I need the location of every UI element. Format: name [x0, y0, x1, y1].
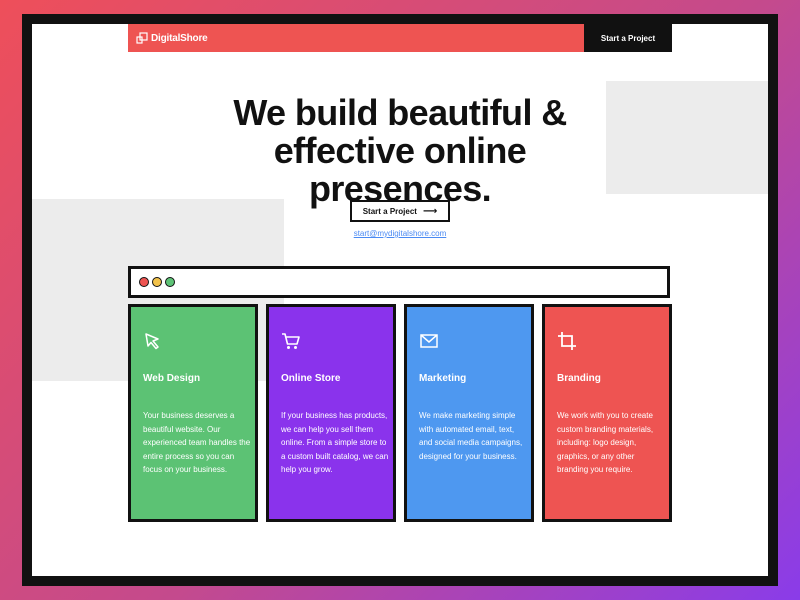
nav-bar: DigitalShore [128, 24, 584, 52]
service-card-marketing[interactable]: Marketing We make marketing simple with … [404, 304, 534, 522]
card-text: We make marketing simple with automated … [419, 411, 523, 461]
card-text: Your business deserves a beautiful websi… [143, 411, 251, 474]
email-link[interactable]: start@mydigitalshore.com [332, 229, 468, 238]
card-title: Online Store [281, 373, 341, 384]
card-title: Web Design [143, 373, 201, 384]
service-card-web-design[interactable]: Web Design Your business deserves a beau… [128, 304, 258, 522]
logo-text[interactable]: DigitalShore [151, 33, 208, 44]
mail-icon [420, 334, 438, 348]
cursor-icon [145, 333, 159, 350]
page: DigitalShore Start a Project We build be… [32, 24, 768, 576]
card-title: Marketing [419, 373, 467, 384]
service-card-branding[interactable]: Branding We work with you to create cust… [542, 304, 672, 522]
window-maximize-dot [165, 277, 175, 287]
hero-title: We build beautiful & effective online pr… [233, 92, 567, 209]
start-project-button-label: Start a Project [362, 206, 417, 216]
window-close-dot [139, 277, 149, 287]
arrow-right-icon: ⟶ [422, 205, 438, 217]
browser-frame: DigitalShore Start a Project We build be… [22, 14, 778, 586]
service-card-online-store[interactable]: Online Store If your business has produc… [266, 304, 396, 522]
window-minimize-dot [152, 277, 162, 287]
start-project-nav-button[interactable]: Start a Project [584, 24, 672, 52]
logo-icon [136, 32, 148, 44]
crop-icon [558, 332, 576, 350]
cart-icon [282, 333, 300, 349]
start-project-button[interactable]: Start a Project ⟶ [350, 200, 450, 222]
card-text: If your business has products, we can he… [281, 411, 389, 474]
top-nav: DigitalShore Start a Project [128, 24, 672, 52]
mock-browser-bar [128, 266, 670, 298]
card-text: We work with you to create custom brandi… [557, 411, 654, 474]
decorative-block [606, 81, 768, 194]
card-title: Branding [557, 373, 601, 384]
